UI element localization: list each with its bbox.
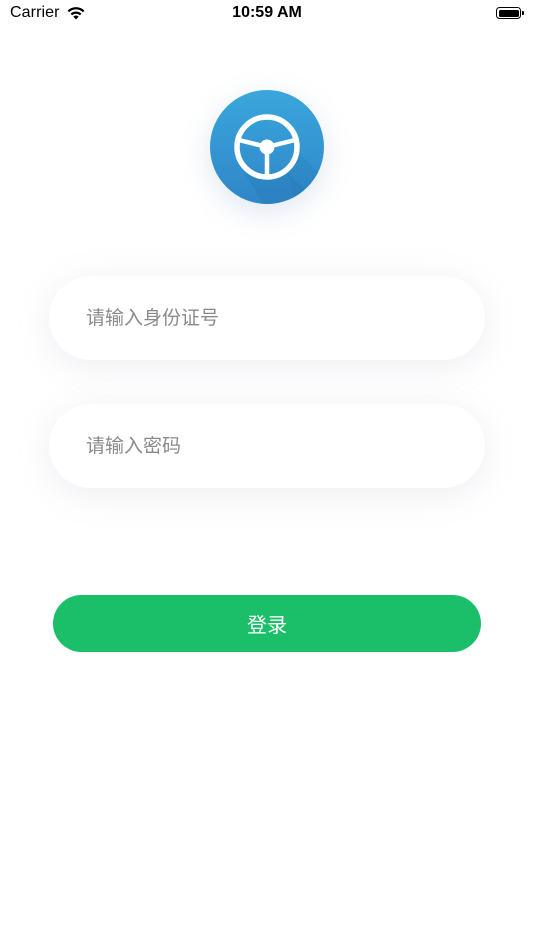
id-number-field[interactable]	[49, 276, 485, 360]
login-button[interactable]: 登录	[53, 595, 481, 652]
app-logo	[210, 90, 324, 204]
steering-wheel-icon	[210, 90, 324, 204]
battery-full-icon	[496, 7, 524, 21]
id-number-input[interactable]	[86, 276, 485, 360]
status-bar: Carrier 10:59 AM	[0, 0, 534, 28]
password-field[interactable]	[49, 404, 485, 488]
password-input[interactable]	[86, 404, 485, 488]
status-time: 10:59 AM	[232, 4, 302, 21]
